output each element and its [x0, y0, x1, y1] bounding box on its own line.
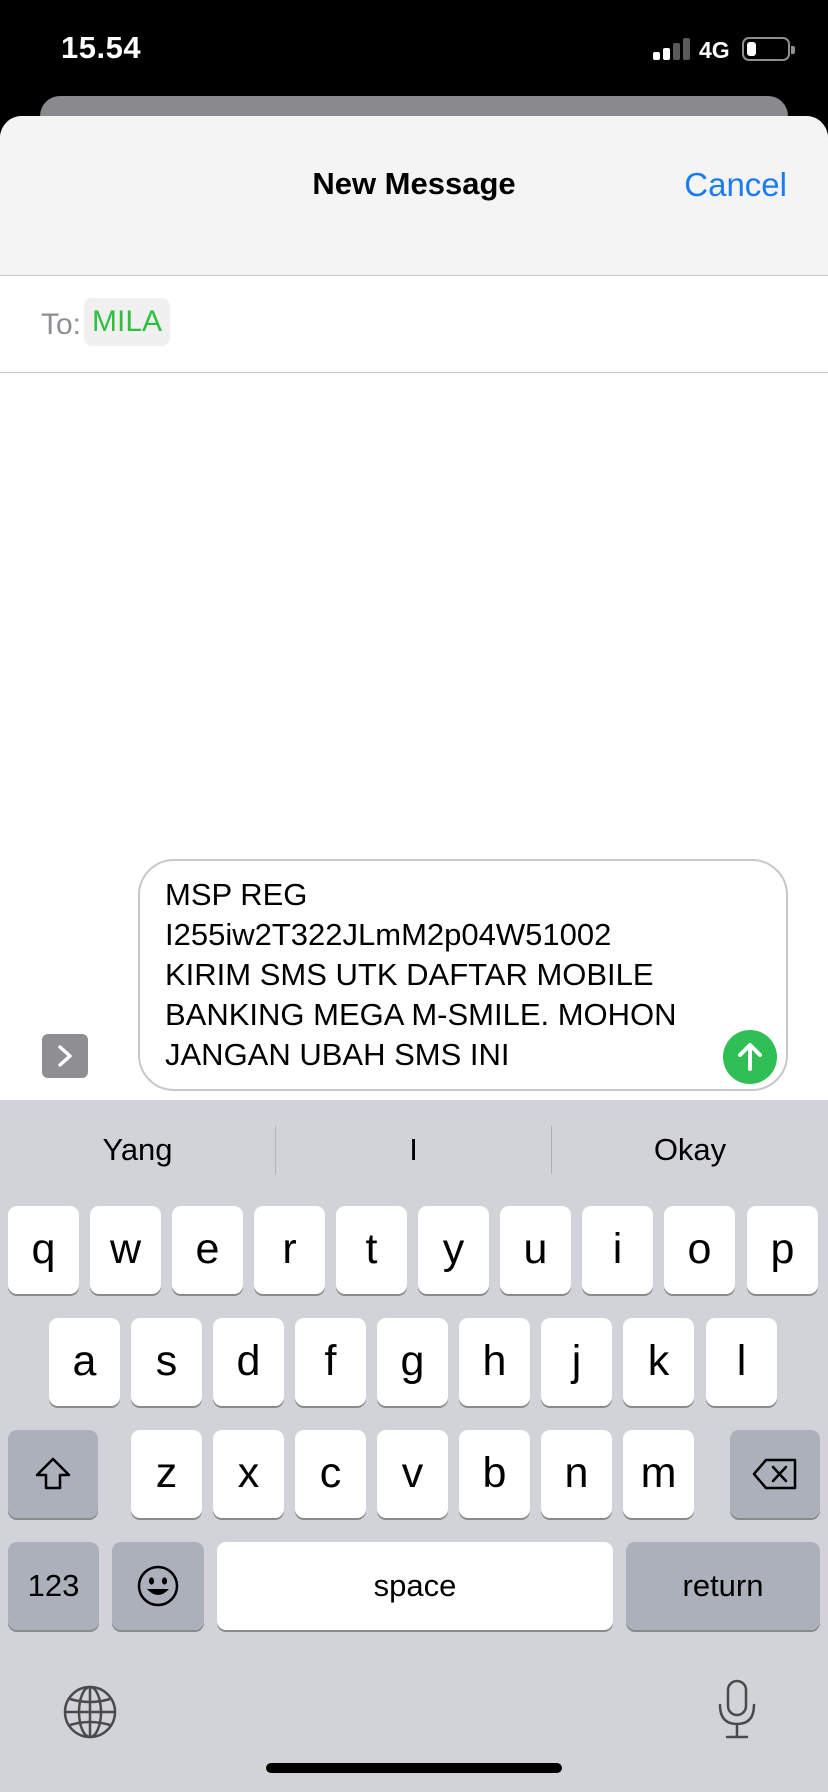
backspace-key[interactable] — [730, 1430, 820, 1518]
send-button[interactable] — [723, 1030, 777, 1084]
key-e[interactable]: e — [172, 1206, 243, 1294]
cancel-button[interactable]: Cancel — [684, 166, 787, 204]
key-u[interactable]: u — [500, 1206, 571, 1294]
suggestion-1[interactable]: Yang — [0, 1100, 275, 1200]
to-field[interactable]: To: MILA — [0, 276, 828, 373]
cellular-signal-icon — [653, 38, 691, 60]
key-f[interactable]: f — [295, 1318, 366, 1406]
key-d[interactable]: d — [213, 1318, 284, 1406]
screen: 15.54 4G New Message Cancel To: MILA MSP… — [0, 0, 828, 1792]
to-label: To: — [41, 308, 82, 341]
status-bar: 15.54 4G — [0, 0, 828, 100]
globe-icon[interactable] — [62, 1684, 118, 1745]
chevron-right-icon — [58, 1045, 72, 1067]
key-o[interactable]: o — [664, 1206, 735, 1294]
expand-apps-button[interactable] — [42, 1034, 88, 1078]
key-h[interactable]: h — [459, 1318, 530, 1406]
status-time: 15.54 — [61, 30, 142, 65]
space-key[interactable]: space — [217, 1542, 613, 1630]
microphone-icon[interactable] — [714, 1678, 760, 1747]
key-y[interactable]: y — [418, 1206, 489, 1294]
backspace-icon — [752, 1458, 797, 1490]
key-a[interactable]: a — [49, 1318, 120, 1406]
key-x[interactable]: x — [213, 1430, 284, 1518]
keyboard: Yang I Okay q w e r t y u i o p a s d f … — [0, 1100, 828, 1792]
key-j[interactable]: j — [541, 1318, 612, 1406]
conversation-area — [0, 374, 828, 854]
key-s[interactable]: s — [131, 1318, 202, 1406]
home-indicator[interactable] — [266, 1763, 562, 1773]
key-w[interactable]: w — [90, 1206, 161, 1294]
emoji-icon — [137, 1565, 179, 1607]
message-text[interactable]: MSP REG I255iw2T322JLmM2p04W51002 KIRIM … — [165, 875, 725, 1075]
suggestion-2[interactable]: I — [276, 1100, 551, 1200]
battery-icon — [742, 37, 795, 61]
return-key[interactable]: return — [626, 1542, 820, 1630]
key-i[interactable]: i — [582, 1206, 653, 1294]
key-l[interactable]: l — [706, 1318, 777, 1406]
key-c[interactable]: c — [295, 1430, 366, 1518]
key-g[interactable]: g — [377, 1318, 448, 1406]
key-q[interactable]: q — [8, 1206, 79, 1294]
shift-key[interactable] — [8, 1430, 98, 1518]
recipient-chip[interactable]: MILA — [84, 298, 171, 346]
key-m[interactable]: m — [623, 1430, 694, 1518]
suggestion-3[interactable]: Okay — [552, 1100, 828, 1200]
key-k[interactable]: k — [623, 1318, 694, 1406]
key-t[interactable]: t — [336, 1206, 407, 1294]
key-p[interactable]: p — [747, 1206, 818, 1294]
key-v[interactable]: v — [377, 1430, 448, 1518]
shift-icon — [35, 1457, 71, 1490]
key-n[interactable]: n — [541, 1430, 612, 1518]
navigation-bar: New Message Cancel — [0, 116, 828, 276]
network-type: 4G — [699, 37, 730, 63]
suggestion-bar: Yang I Okay — [0, 1100, 828, 1200]
message-input[interactable]: MSP REG I255iw2T322JLmM2p04W51002 KIRIM … — [138, 859, 788, 1091]
numbers-key[interactable]: 123 — [8, 1542, 99, 1630]
key-r[interactable]: r — [254, 1206, 325, 1294]
arrow-up-icon — [738, 1043, 762, 1071]
emoji-key[interactable] — [112, 1542, 204, 1630]
key-b[interactable]: b — [459, 1430, 530, 1518]
key-z[interactable]: z — [131, 1430, 202, 1518]
